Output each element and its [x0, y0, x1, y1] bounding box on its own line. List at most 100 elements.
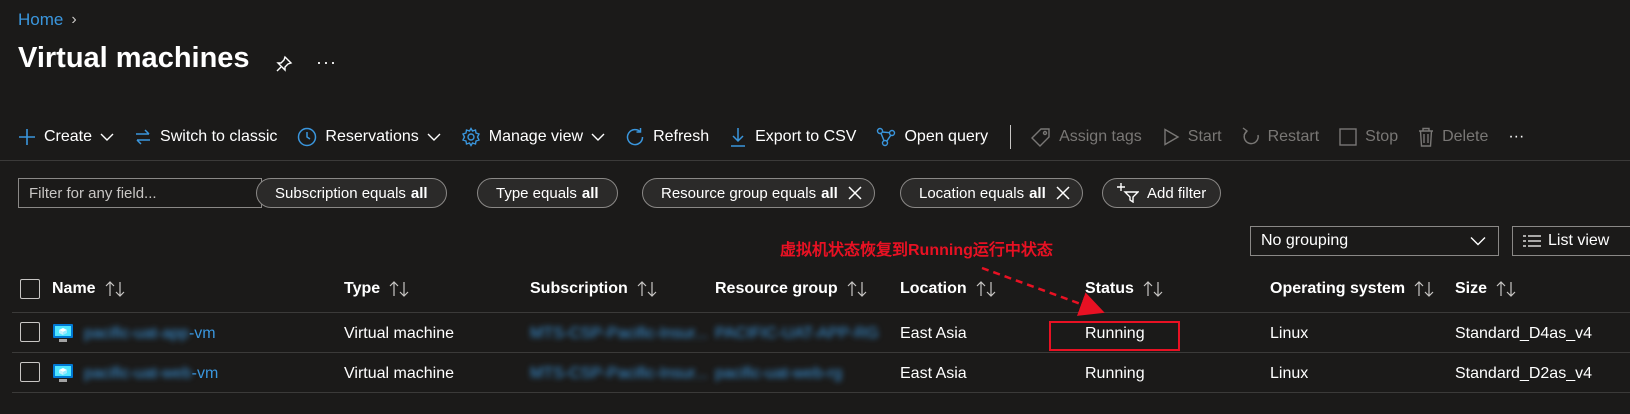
vm-name-link[interactable]: pacific-uat-web-vm [84, 365, 218, 383]
play-icon [1164, 128, 1180, 146]
create-label: Create [44, 128, 93, 145]
restart-icon [1242, 127, 1259, 145]
column-header-location-label: Location [900, 280, 967, 297]
breadcrumb-home-link[interactable]: Home [18, 10, 63, 30]
close-icon[interactable] [848, 186, 862, 200]
assign-tags-button[interactable]: Assign tags [1031, 127, 1142, 147]
switch-to-classic-button[interactable]: Switch to classic [134, 128, 277, 146]
vm-name-redacted: pacific-uat-app [84, 325, 189, 342]
column-header-name[interactable]: Name [52, 280, 125, 298]
column-header-os[interactable]: Operating system [1270, 280, 1434, 298]
delete-label: Delete [1442, 128, 1489, 145]
stop-button[interactable]: Stop [1339, 128, 1398, 146]
close-icon[interactable] [1056, 186, 1070, 200]
clock-icon [298, 127, 317, 147]
more-options-icon[interactable]: ··· [316, 52, 337, 73]
manage-view-button[interactable]: Manage view [461, 127, 605, 147]
column-header-type[interactable]: Type [344, 280, 409, 298]
vm-icon [52, 362, 74, 389]
subscription-filter-value: all [410, 184, 428, 202]
annotation-text: 虚拟机状态恢复到Running运行中状态 [780, 242, 1053, 259]
subscription-filter-pill[interactable]: Subscription equals all [256, 178, 447, 208]
toolbar-divider-line [0, 160, 1630, 161]
header-divider [12, 312, 1630, 313]
location-filter-pill[interactable]: Location equals all [900, 178, 1083, 208]
chevron-down-icon [591, 133, 605, 141]
start-button[interactable]: Start [1162, 128, 1222, 146]
annotation-highlight-box [1049, 321, 1180, 351]
add-filter-button[interactable]: Add filter [1102, 178, 1222, 208]
row-checkbox[interactable] [20, 322, 40, 342]
type-filter-label: Type equals [496, 184, 577, 202]
sort-icon [1143, 281, 1163, 297]
column-header-type-label: Type [344, 280, 381, 297]
resource-group-filter-value: all [821, 184, 838, 202]
chevron-down-icon [100, 133, 114, 141]
delete-button[interactable]: Delete [1418, 127, 1488, 147]
grouping-dropdown[interactable]: No grouping [1250, 226, 1499, 256]
add-filter-label: Add filter [1147, 184, 1207, 202]
list-view-label: List view [1548, 232, 1610, 249]
sort-icon [1496, 281, 1516, 297]
column-header-os-label: Operating system [1270, 280, 1406, 297]
refresh-label: Refresh [653, 128, 710, 145]
restart-button[interactable]: Restart [1242, 127, 1320, 147]
row-checkbox[interactable] [20, 362, 40, 382]
cell-os: Linux [1270, 365, 1309, 382]
cell-subscription[interactable]: MTS-CSP-Pacific-Insur... [530, 365, 708, 383]
sort-icon [976, 281, 996, 297]
toolbar-more-icon[interactable]: ··· [1508, 128, 1524, 146]
column-header-resource-group[interactable]: Resource group [715, 280, 867, 298]
sort-icon [847, 281, 867, 297]
list-icon [1523, 235, 1541, 247]
restart-label: Restart [1267, 128, 1320, 145]
open-query-button[interactable]: Open query [876, 127, 988, 147]
command-bar: Create Switch to classic Reservations Ma… [18, 120, 1544, 154]
gear-icon [461, 127, 480, 147]
refresh-button[interactable]: Refresh [625, 127, 709, 147]
type-filter-value: all [581, 184, 599, 202]
resource-group-filter-pill[interactable]: Resource group equals all [642, 178, 875, 208]
column-header-location[interactable]: Location [900, 280, 996, 298]
cell-resource-group[interactable]: PACIFIC-UAT-APP-RG [715, 325, 879, 343]
cell-location: East Asia [900, 325, 967, 342]
column-header-size-label: Size [1455, 280, 1488, 297]
type-filter-pill[interactable]: Type equals all [477, 178, 618, 208]
page-title: Virtual machines [18, 42, 250, 74]
toolbar-divider [1010, 125, 1012, 149]
sort-icon [389, 281, 409, 297]
start-label: Start [1187, 128, 1222, 145]
sort-icon [637, 281, 657, 297]
column-header-status[interactable]: Status [1085, 280, 1163, 298]
column-header-name-label: Name [52, 280, 96, 297]
reservations-label: Reservations [325, 128, 419, 145]
sort-icon [105, 281, 125, 297]
select-all-checkbox[interactable] [20, 279, 40, 299]
column-header-subscription[interactable]: Subscription [530, 280, 657, 298]
stop-label: Stop [1365, 128, 1399, 145]
switch-to-classic-label: Switch to classic [160, 128, 278, 145]
create-button[interactable]: Create [18, 128, 114, 146]
column-header-resource-group-label: Resource group [715, 280, 838, 297]
vm-name-suffix: -vm [188, 325, 216, 342]
cell-os: Linux [1270, 325, 1309, 342]
pin-icon[interactable] [274, 54, 294, 74]
cell-resource-group[interactable]: pacific-uat-web-rg [715, 365, 842, 383]
query-graph-icon [877, 127, 896, 147]
grouping-value: No grouping [1261, 232, 1349, 249]
location-filter-label: Location equals [919, 184, 1025, 202]
cell-location: East Asia [900, 365, 967, 382]
column-header-size[interactable]: Size [1455, 280, 1516, 298]
cell-subscription[interactable]: MTS-CSP-Pacific-Insur... [530, 325, 708, 343]
cell-status: Running [1085, 365, 1145, 382]
filter-input[interactable] [18, 178, 262, 208]
add-filter-icon [1117, 183, 1139, 203]
tag-icon [1031, 128, 1050, 147]
cell-size: Standard_D2as_v4 [1455, 365, 1592, 382]
vm-name-link[interactable]: pacific-uat-app-vm [84, 325, 216, 343]
cell-type: Virtual machine [344, 365, 454, 382]
export-csv-button[interactable]: Export to CSV [729, 127, 856, 147]
list-view-button[interactable]: List view [1512, 226, 1630, 256]
reservations-button[interactable]: Reservations [297, 127, 441, 147]
column-header-status-label: Status [1085, 280, 1134, 297]
